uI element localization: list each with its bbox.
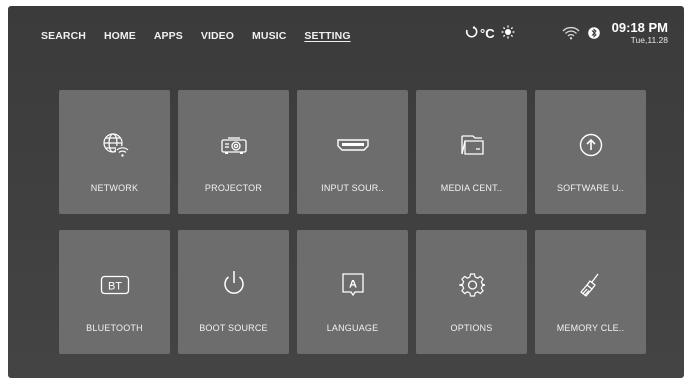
nav-search[interactable]: SEARCH (41, 30, 86, 42)
clock-date: Tue,11.28 (630, 35, 668, 45)
hdmi-port-icon (297, 132, 408, 158)
top-bar: SEARCH HOME APPS VIDEO MUSIC SETTING °C (8, 6, 684, 66)
broom-clean-icon (535, 272, 646, 298)
svg-text:A: A (349, 279, 357, 291)
nav-home[interactable]: HOME (104, 30, 136, 42)
tile-label: PROJECTOR (204, 183, 263, 193)
power-icon (178, 270, 289, 296)
tile-label: OPTIONS (450, 323, 493, 333)
nav-setting[interactable]: SETTING (304, 30, 350, 42)
tile-media-center[interactable]: MEDIA CENT.. (416, 90, 527, 214)
thermometer-icon (464, 25, 478, 42)
network-globe-wifi-icon (59, 132, 170, 158)
bt-badge-icon: BT (59, 272, 170, 298)
temperature-status: °C (464, 25, 515, 42)
nav-music[interactable]: MUSIC (252, 30, 286, 42)
tile-input-source[interactable]: INPUT SOUR.. (297, 90, 408, 214)
nav-apps[interactable]: APPS (154, 30, 183, 42)
tile-label: INPUT SOUR.. (321, 183, 384, 193)
tile-memory-clean[interactable]: MEMORY CLE.. (535, 230, 646, 354)
tile-label: SOFTWARE U.. (556, 183, 625, 193)
tile-software-update[interactable]: SOFTWARE U.. (535, 90, 646, 214)
tile-label: NETWORK (90, 183, 139, 193)
tile-label: MEDIA CENT.. (440, 183, 503, 193)
projector-icon (178, 132, 289, 158)
tile-label: BLUETOOTH (86, 323, 143, 333)
tile-options[interactable]: OPTIONS (416, 230, 527, 354)
tile-label: MEMORY CLE.. (556, 323, 625, 333)
upload-arrow-circle-icon (535, 132, 646, 158)
svg-text:BT: BT (107, 281, 121, 293)
wifi-icon (562, 26, 580, 45)
settings-grid: NETWORK PROJECTOR INPUT SOUR.. MEDIA CEN… (59, 90, 646, 354)
gear-icon (416, 272, 527, 298)
clock-time: 09:18 PM (611, 20, 668, 35)
main-nav: SEARCH HOME APPS VIDEO MUSIC SETTING (41, 30, 369, 42)
settings-screen: SEARCH HOME APPS VIDEO MUSIC SETTING °C (8, 6, 684, 378)
temperature-unit: °C (480, 26, 495, 41)
nav-video[interactable]: VIDEO (201, 30, 234, 42)
media-folder-icon (416, 132, 527, 158)
tile-boot-source[interactable]: BOOT SOURCE (178, 230, 289, 354)
tile-label: BOOT SOURCE (199, 323, 268, 333)
sun-icon (501, 25, 515, 42)
clock: 09:18 PM Tue,11.28 (611, 20, 668, 46)
language-a-icon: A (297, 272, 408, 298)
tile-network[interactable]: NETWORK (59, 90, 170, 214)
tile-projector[interactable]: PROJECTOR (178, 90, 289, 214)
tile-label: LANGUAGE (326, 323, 379, 333)
bluetooth-icon (588, 26, 600, 45)
tile-bluetooth[interactable]: BT BLUETOOTH (59, 230, 170, 354)
tile-language[interactable]: A LANGUAGE (297, 230, 408, 354)
